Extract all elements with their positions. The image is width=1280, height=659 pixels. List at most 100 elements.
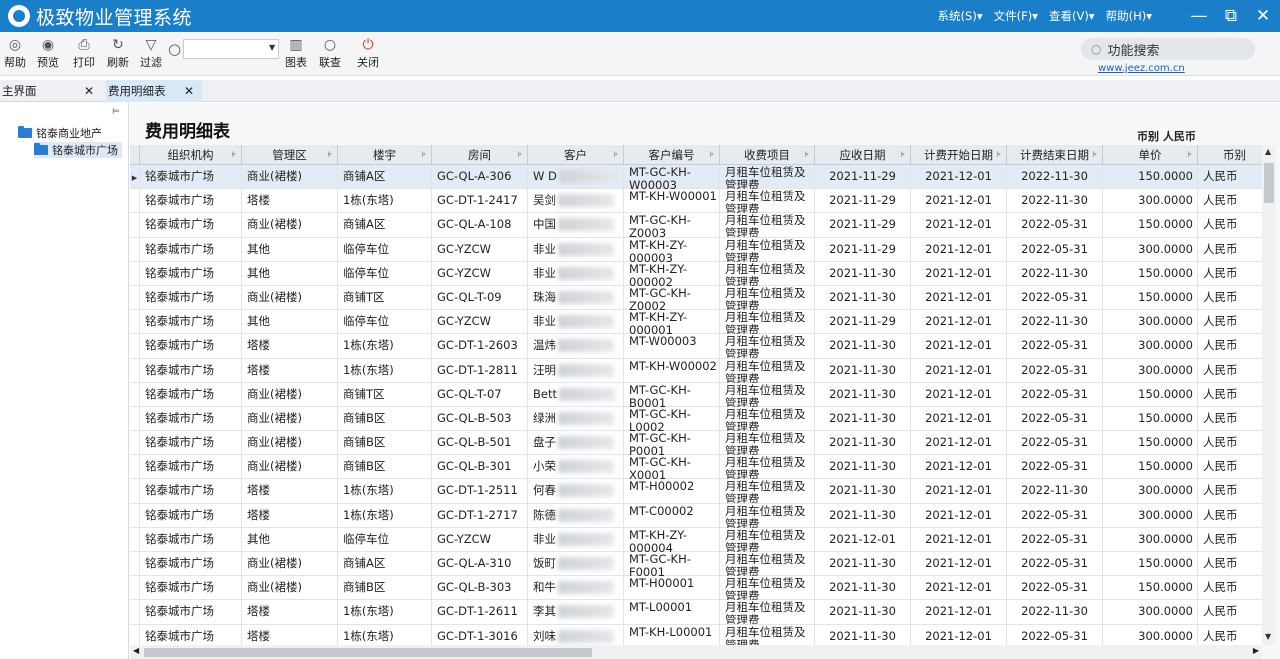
cell-org: 铭泰城市广场: [140, 189, 242, 214]
scroll-thumb[interactable]: [144, 648, 592, 657]
column-header-area[interactable]: 管理区 ⊧: [242, 145, 338, 165]
column-header-label: 收费项目: [744, 148, 790, 162]
menu-system[interactable]: 系统(S)▾: [938, 8, 983, 24]
column-header-room[interactable]: 房间 ⊧: [432, 145, 528, 165]
table-row[interactable]: 铭泰城市广场 商业(裙楼) 商铺T区 GC-QL-T-09 珠海 MT-GC-KH-Z00…: [130, 285, 1262, 311]
customer-name-visible: 非业: [533, 265, 556, 280]
table-row[interactable]: 铭泰城市广场 塔楼 1栋(东塔) GC-DT-1-2417 吴剑 MT-KH-W00001…: [130, 189, 1262, 214]
pin-icon[interactable]: ⊧: [232, 145, 236, 165]
table-row[interactable]: 铭泰城市广场 商业(裙楼) 商铺A区 GC-QL-A-310 饭町 MT-GC-KH-F0…: [130, 552, 1262, 577]
row-marker: [130, 552, 140, 576]
menu-view[interactable]: 查看(V)▾: [1049, 8, 1095, 24]
close-icon[interactable]: ✕: [1254, 6, 1272, 26]
column-header-unit-price[interactable]: 单价 ⊧: [1103, 145, 1198, 165]
row-marker: [130, 576, 140, 601]
cell-room: GC-DT-1-2511: [432, 479, 528, 504]
tree-node-mingtai-commercial[interactable]: 铭泰商业地产: [18, 125, 102, 141]
table-row[interactable]: ▶ 铭泰城市广场 商业(裙楼) 商铺A区 GC-QL-A-306 W D MT-GC-KH-…: [130, 165, 1262, 190]
pin-icon[interactable]: ⊧: [710, 145, 714, 165]
scroll-up-icon[interactable]: ▲: [1265, 147, 1271, 156]
pin-icon[interactable]: ⊧: [805, 145, 809, 165]
pin-icon[interactable]: ⊧: [614, 145, 618, 165]
cell-unit-price: 300.0000: [1103, 310, 1198, 335]
table-row[interactable]: 铭泰城市广场 商业(裙楼) 商铺B区 GC-QL-B-503 绿洲 MT-GC-KH-L0…: [130, 406, 1262, 432]
column-header-customer[interactable]: 客户 ⊧: [528, 145, 624, 165]
table-row[interactable]: 铭泰城市广场 塔楼 1栋(东塔) GC-DT-1-2811 汪明 MT-KH-W00002…: [130, 358, 1262, 383]
table-row[interactable]: 铭泰城市广场 塔楼 1栋(东塔) GC-DT-1-2603 温炜 MT-W00003 月租车…: [130, 334, 1262, 359]
close-icon[interactable]: ✕: [184, 80, 194, 102]
column-header-currency[interactable]: 币别: [1198, 145, 1262, 165]
table-row[interactable]: 铭泰城市广场 商业(裙楼) 商铺T区 GC-QL-T-07 Bett MT-GC-KH-B…: [130, 382, 1262, 407]
cell-customer: 李其: [528, 600, 624, 625]
table-row[interactable]: 铭泰城市广场 商业(裙楼) 商铺B区 GC-QL-B-303 和牛 MT-H00001 月租…: [130, 576, 1262, 601]
printer-icon: ⎙: [78, 37, 90, 53]
minimize-icon[interactable]: —: [1190, 6, 1208, 26]
help-button[interactable]: ◎ 帮助: [4, 36, 26, 70]
column-header-building[interactable]: 楼宇 ⊧: [338, 145, 432, 165]
customer-name-visible: 汪明: [533, 362, 556, 377]
column-header-due-date[interactable]: 应收日期 ⊧: [815, 145, 911, 165]
cell-start-date: 2021-12-01: [911, 455, 1007, 480]
cell-unit-price: 150.0000: [1103, 406, 1198, 431]
preview-button[interactable]: ◉ 预览: [37, 36, 59, 70]
scroll-right-icon[interactable]: ▶: [1253, 646, 1259, 655]
menu-file[interactable]: 文件(F)▾: [994, 8, 1038, 24]
pin-icon[interactable]: ⊧: [1188, 145, 1192, 165]
column-header-end-date[interactable]: 计费结束日期 ⊧: [1007, 145, 1103, 165]
close-icon[interactable]: ✕: [84, 80, 94, 102]
refresh-button[interactable]: ↻ 刷新: [107, 36, 129, 70]
table-row[interactable]: 铭泰城市广场 塔楼 1栋(东塔) GC-DT-1-3016 刘味 MT-KH-L00001…: [130, 624, 1262, 645]
pin-icon[interactable]: ⊧: [328, 145, 332, 165]
table-row[interactable]: 铭泰城市广场 其他 临停车位 GC-YZCW 非业 MT-KH-ZY-000004 月租车位…: [130, 527, 1262, 552]
column-header-fee-item[interactable]: 收费项目 ⊧: [720, 145, 815, 165]
scroll-down-icon[interactable]: ▼: [1265, 632, 1271, 641]
scroll-left-icon[interactable]: ◀: [133, 646, 139, 655]
website-link[interactable]: www.jeez.com.cn: [1098, 63, 1185, 74]
table-row[interactable]: 铭泰城市广场 其他 临停车位 GC-YZCW 非业 MT-KH-ZY-000003 月租车位…: [130, 237, 1262, 262]
table-row[interactable]: 铭泰城市广场 商业(裙楼) 商铺B区 GC-QL-B-301 小荣 MT-GC-KH-X0…: [130, 455, 1262, 480]
table-row[interactable]: 铭泰城市广场 商业(裙楼) 商铺B区 GC-QL-B-501 盘子 MT-GC-KH-P0…: [130, 431, 1262, 456]
scroll-thumb[interactable]: [1264, 163, 1274, 203]
customer-name-visible: 非业: [533, 314, 556, 329]
cell-unit-price: 300.0000: [1103, 237, 1198, 262]
cell-unit-price: 150.0000: [1103, 213, 1198, 238]
cell-area: 塔楼: [242, 189, 338, 214]
chevron-down-icon[interactable]: ▼: [269, 43, 275, 52]
menu-help[interactable]: 帮助(H)▾: [1106, 8, 1152, 24]
lookup-button[interactable]: ○ 联查: [319, 36, 341, 70]
chart-button[interactable]: ▥ 图表: [285, 36, 307, 70]
table-row[interactable]: 铭泰城市广场 其他 临停车位 GC-YZCW 非业 MT-KH-ZY-000001 月租车位…: [130, 310, 1262, 335]
table-row[interactable]: 铭泰城市广场 塔楼 1栋(东塔) GC-DT-1-2717 陈德 MT-C00002 月租车…: [130, 503, 1262, 528]
pin-icon[interactable]: ⊧: [1093, 145, 1097, 165]
search-combo[interactable]: ▼: [183, 39, 280, 59]
search-icon: ○: [1091, 42, 1102, 56]
print-button[interactable]: ⎙ 打印: [73, 36, 95, 70]
pin-icon[interactable]: ⊧: [518, 145, 522, 165]
cell-unit-price: 150.0000: [1103, 455, 1198, 480]
redacted-blur: [558, 557, 614, 570]
cell-unit-price: 150.0000: [1103, 431, 1198, 456]
filter-button[interactable]: ▽ 过滤: [140, 36, 162, 70]
pin-icon[interactable]: ⊧: [422, 145, 426, 165]
row-marker: ▶: [130, 165, 140, 189]
menu-bar: 系统(S)▾ 文件(F)▾ 查看(V)▾ 帮助(H)▾: [938, 0, 1152, 32]
pin-icon[interactable]: ⊧: [901, 145, 905, 165]
table-row[interactable]: 铭泰城市广场 商业(裙楼) 商铺A区 GC-QL-A-108 中国 MT-GC-KH-Z0…: [130, 213, 1262, 238]
table-row[interactable]: 铭泰城市广场 塔楼 1栋(东塔) GC-DT-1-2611 李其 MT-L00001 月租车…: [130, 600, 1262, 625]
tree-node-mingtai-plaza[interactable]: 铭泰城市广场: [34, 142, 122, 158]
column-header-customer-no[interactable]: 客户编号 ⊧: [624, 145, 720, 165]
table-row[interactable]: 铭泰城市广场 其他 临停车位 GC-YZCW 非业 MT-KH-ZY-000002 月租车位…: [130, 261, 1262, 286]
table-row[interactable]: 铭泰城市广场 塔楼 1栋(东塔) GC-DT-1-2511 何春 MT-H00002 月租车…: [130, 479, 1262, 504]
vertical-scrollbar[interactable]: ▲ ▼: [1262, 145, 1276, 645]
pin-icon[interactable]: ⊨: [112, 107, 120, 117]
cell-org: 铭泰城市广场: [140, 334, 242, 359]
horizontal-scrollbar[interactable]: ◀ ▶: [130, 645, 1262, 659]
column-header-start-date[interactable]: 计费开始日期 ⊧: [911, 145, 1007, 165]
pin-icon[interactable]: ⊧: [997, 145, 1001, 165]
function-search-input[interactable]: ○ 功能搜索: [1081, 38, 1255, 60]
cell-customer-no: MT-KH-ZY-000004: [624, 527, 720, 552]
restore-icon[interactable]: ⧉: [1222, 6, 1240, 26]
redacted-blur: [558, 218, 614, 232]
column-header-org[interactable]: 组织机构 ⊧: [140, 145, 242, 165]
close-report-button[interactable]: ⏻ 关闭: [357, 36, 379, 70]
